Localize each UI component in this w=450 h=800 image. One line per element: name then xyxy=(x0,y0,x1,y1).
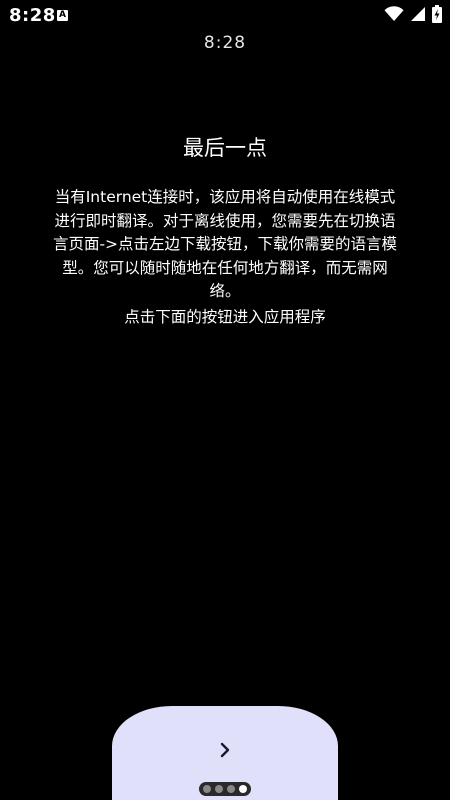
next-button-panel xyxy=(112,706,338,800)
page-title: 最后一点 xyxy=(183,136,267,160)
chevron-right-icon xyxy=(219,742,231,762)
cellular-signal-icon xyxy=(410,6,426,26)
status-time: 8:28 xyxy=(9,5,56,26)
description-text: 当有Internet连接时，该应用将自动使用在线模式 进行即时翻译。对于离线使用… xyxy=(30,186,420,304)
page-dot xyxy=(203,785,211,793)
description-line: 型。您可以随时随地在任何地方翻译，而无需网 xyxy=(62,258,388,277)
status-icons xyxy=(384,5,442,27)
battery-charging-icon xyxy=(432,5,442,27)
wifi-icon xyxy=(384,6,404,26)
page-dot xyxy=(215,785,223,793)
description-line: 言页面->点击左边下载按钮，下载你需要的语言模 xyxy=(52,235,398,253)
clock-display: 8:28 xyxy=(203,33,247,53)
description-line: 当有Internet连接时，该应用将自动使用在线模式 xyxy=(54,188,396,206)
page-dot-active xyxy=(239,785,247,793)
status-bar: 8:28 A xyxy=(0,0,450,34)
notification-app-icon: A xyxy=(57,10,68,21)
description-line: 进行即时翻译。对于离线使用，您需要先在切换语 xyxy=(54,211,396,230)
page-indicator xyxy=(112,782,338,796)
page-dot xyxy=(227,785,235,793)
description-line: 络。 xyxy=(209,282,241,300)
next-button[interactable] xyxy=(200,732,250,772)
page-indicator-pill xyxy=(199,782,251,796)
instruction-text: 点击下面的按钮进入应用程序 xyxy=(124,308,326,326)
